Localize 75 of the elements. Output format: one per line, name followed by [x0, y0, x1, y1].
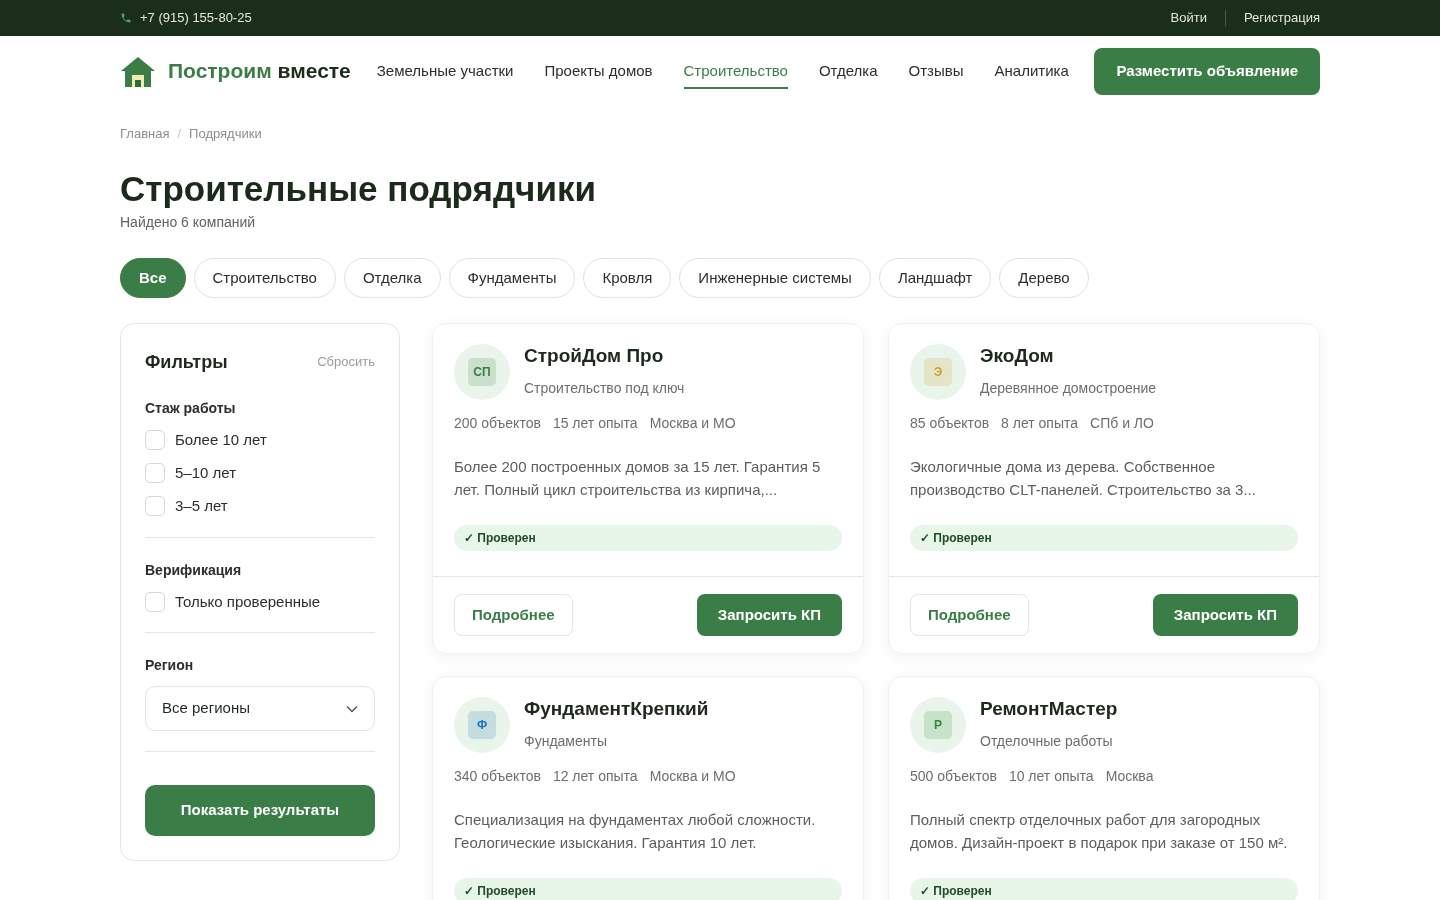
company-name[interactable]: ЭкоДом [980, 344, 1157, 368]
company-initials: Э [924, 358, 952, 386]
company-initials: СП [468, 358, 496, 386]
nav-link[interactable]: Строительство [683, 52, 788, 90]
company-stat: 12 лет опыта [552, 767, 638, 786]
company-specialty: Фундаменты [524, 732, 608, 751]
company-stat: Москва и МО [649, 767, 736, 786]
verified-badge: ✓ Проверен [454, 525, 842, 551]
phone-number: +7 (915) 155-80-25 [140, 9, 252, 28]
page-title: Строительные подрядчики [120, 168, 597, 210]
auth-link[interactable]: Войти [1170, 8, 1207, 28]
company-description: Экологичные дома из дерева. Собственное производство CLT-панелей. Строительство за 3... [910, 457, 1257, 500]
phone-icon [120, 12, 132, 24]
checkbox-label[interactable]: Только проверенные [175, 592, 321, 612]
nav-link[interactable]: Отзывы [908, 52, 964, 90]
company-specialty: Отделочные работы [980, 732, 1114, 751]
breadcrumb-separator: / [177, 125, 182, 143]
company-stat: 85 объектов [910, 414, 990, 433]
company-stat: 500 объектов [910, 767, 997, 786]
verified-badge: ✓ Проверен [454, 878, 842, 900]
company-initials: Р [924, 711, 952, 739]
company-stat: 8 лет опыта [1001, 414, 1079, 433]
company-description: Более 200 построенных домов за 15 лет. Гарантия 5 лет. Полный цикл строительства из кирпича,... [454, 457, 822, 500]
company-stat: 15 лет опыта [552, 414, 638, 433]
company-description: Специализация на фундаментах любой сложности. Геологические изыскания. Гарантия 10 лет. [454, 810, 817, 853]
verified-badge: ✓ Проверен [910, 878, 1298, 900]
category-chip[interactable]: Все [120, 258, 186, 298]
company-stat: Москва [1105, 767, 1154, 786]
company-description: Полный спектр отделочных работ для загородных домов. Дизайн-проект в подарок при заказе от 150 м². [910, 810, 1289, 853]
company-stat: 10 лет опыта [1008, 767, 1094, 786]
company-name[interactable]: СтройДом Про [524, 344, 685, 368]
company-name[interactable]: ФундаментКрепкий [524, 697, 709, 721]
nav-link[interactable]: Аналитика [994, 52, 1069, 90]
category-chip[interactable]: Строительство [193, 258, 336, 298]
company-stat: Москва и МО [649, 414, 736, 433]
company-stat: 200 объектов [454, 414, 541, 433]
show-results-button[interactable]: Показать результаты [145, 785, 375, 836]
verified-badge: ✓ Проверен [910, 525, 1298, 551]
company-initials: Ф [468, 711, 496, 739]
chevron-down-icon [346, 704, 358, 713]
checkbox[interactable] [145, 496, 165, 516]
company-specialty: Деревянное домостроение [980, 379, 1157, 398]
request-quote-button[interactable]: Запросить КП [696, 594, 842, 636]
details-button[interactable]: Подробнее [910, 594, 1029, 636]
checkbox-label[interactable]: 3–5 лет [175, 496, 228, 516]
company-name[interactable]: РемонтМастер [980, 697, 1118, 721]
filter-group-title: Верификация [145, 561, 243, 580]
filter-group-title: Регион [145, 656, 195, 675]
category-chip[interactable]: Фундаменты [448, 258, 576, 298]
request-quote-button[interactable]: Запросить КП [1152, 594, 1298, 636]
nav-link[interactable]: Проекты домов [544, 52, 653, 90]
category-chip[interactable]: Отделка [343, 258, 441, 298]
company-specialty: Строительство под ключ [524, 379, 685, 398]
checkbox[interactable] [145, 463, 165, 483]
auth-link[interactable]: Регистрация [1244, 8, 1320, 28]
logo-text[interactable]: Построим вместе [168, 55, 351, 87]
post-ad-button[interactable]: Разместить объявление [1094, 47, 1320, 95]
filters-title: Фильтры [145, 350, 228, 374]
category-chip[interactable]: Кровля [583, 258, 672, 298]
category-chip[interactable]: Ландшафт [878, 258, 992, 298]
checkbox[interactable] [145, 430, 165, 450]
region-select[interactable]: Все регионы [145, 686, 375, 731]
company-stat: 340 объектов [454, 767, 541, 786]
category-chip[interactable]: Инженерные системы [679, 258, 871, 298]
company-stat: СПб и ЛО [1090, 414, 1154, 433]
nav-link[interactable]: Земельные участки [376, 52, 514, 90]
filter-group-title: Стаж работы [145, 399, 237, 418]
results-count: Найдено 6 компаний [120, 213, 257, 232]
details-button[interactable]: Подробнее [454, 594, 573, 636]
checkbox-label[interactable]: 5–10 лет [175, 463, 236, 483]
category-chip[interactable]: Дерево [999, 258, 1089, 298]
nav-link[interactable]: Отделка [818, 52, 878, 90]
checkbox-label[interactable]: Более 10 лет [175, 430, 267, 450]
house-logo-icon[interactable] [120, 55, 156, 87]
checkbox[interactable] [145, 592, 165, 612]
